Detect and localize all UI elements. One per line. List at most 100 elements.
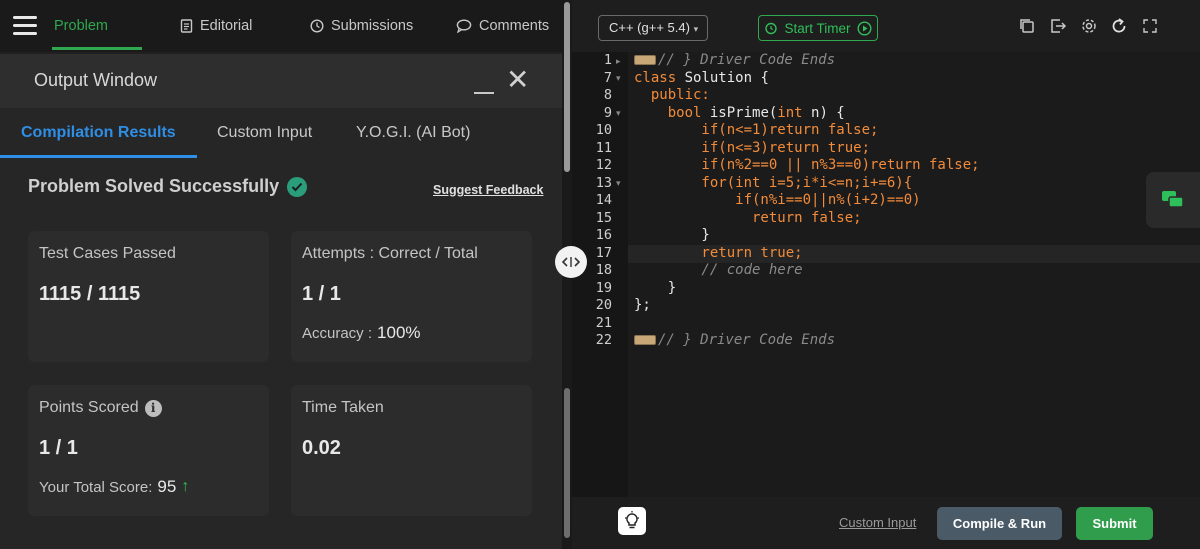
play-circle-icon bbox=[856, 20, 872, 36]
chevron-down-icon: ▾ bbox=[693, 24, 699, 34]
chat-bubbles-icon[interactable] bbox=[1146, 172, 1200, 228]
status-heading: Problem Solved Successfully bbox=[28, 176, 308, 197]
line-number: 15 bbox=[595, 209, 612, 226]
code-line: if(n<=1)return false; bbox=[634, 122, 879, 138]
card-time: Time Taken 0.02 bbox=[291, 385, 532, 516]
tab-submissions[interactable]: Submissions bbox=[310, 18, 413, 34]
line-number: 11 bbox=[595, 139, 612, 156]
result-tabs: Compilation Results Custom Input Y.O.G.I… bbox=[0, 110, 562, 158]
folded-code-icon[interactable] bbox=[634, 335, 656, 345]
fold-arrow-icon[interactable]: ▸ bbox=[616, 56, 621, 67]
line-number: 19 bbox=[595, 279, 612, 296]
close-icon[interactable]: ✕ bbox=[506, 66, 529, 94]
reset-icon[interactable] bbox=[1110, 17, 1128, 35]
comment-icon bbox=[456, 19, 472, 33]
tab-yogi-ai-bot[interactable]: Y.O.G.I. (AI Bot) bbox=[356, 124, 470, 142]
code-line: if(n%i==0||n%(i+2)==0) bbox=[634, 192, 921, 208]
lightbulb-icon[interactable] bbox=[618, 507, 646, 535]
code-editor[interactable]: 1 7 8 9 10 11 12 13 14 15 16 17 18 19 20… bbox=[572, 52, 1200, 497]
code-line: // } Driver Code Ends bbox=[634, 332, 835, 350]
tab-submissions-label: Submissions bbox=[331, 18, 414, 34]
card-attempts-value: 1 / 1 bbox=[302, 283, 341, 305]
card-points: Points Scored i 1 / 1 Your Total Score: … bbox=[28, 385, 269, 516]
tab-editorial-label: Editorial bbox=[200, 18, 253, 34]
info-icon[interactable]: i bbox=[144, 399, 162, 417]
code-line: public: bbox=[634, 87, 710, 103]
card-points-label: Points Scored bbox=[39, 399, 139, 416]
accuracy-value: 100% bbox=[377, 323, 421, 342]
line-number: 20 bbox=[595, 297, 612, 313]
card-test-cases-value: 1115 / 1115 bbox=[39, 283, 141, 305]
code-line: bool isPrime(int n) { bbox=[634, 104, 845, 121]
accuracy-row: Accuracy : 100% bbox=[302, 323, 421, 343]
language-value: C++ (g++ 5.4) bbox=[609, 20, 690, 35]
total-score-row: Your Total Score: 95 ↑ bbox=[39, 477, 189, 497]
card-test-cases-label: Test Cases Passed bbox=[39, 245, 176, 262]
total-score-label: Your Total Score: bbox=[39, 478, 153, 496]
start-timer-button[interactable]: Start Timer bbox=[758, 15, 878, 41]
tab-comments[interactable]: Comments bbox=[456, 18, 549, 34]
line-number: 10 bbox=[595, 122, 612, 138]
card-points-label-row: Points Scored i bbox=[39, 399, 162, 417]
card-attempts-label: Attempts : Correct / Total bbox=[302, 245, 478, 262]
line-number: 16 bbox=[595, 227, 612, 243]
line-number: 12 bbox=[595, 157, 612, 173]
hamburger-menu-icon[interactable] bbox=[13, 16, 37, 36]
expand-icon[interactable] bbox=[1141, 17, 1159, 35]
editor-toolbar: C++ (g++ 5.4) ▾ Start Timer bbox=[572, 0, 1200, 52]
tab-compilation-results[interactable]: Compilation Results bbox=[21, 124, 176, 142]
start-timer-label: Start Timer bbox=[784, 20, 851, 36]
result-tab-underline bbox=[0, 155, 197, 158]
output-header: Output Window ✕ bbox=[0, 54, 562, 108]
card-time-value: 0.02 bbox=[302, 437, 341, 459]
line-number: 7 bbox=[603, 69, 612, 86]
tab-problem[interactable]: Problem bbox=[54, 18, 108, 34]
code-line: if(n%2==0 || n%3==0)return false; bbox=[634, 157, 980, 173]
card-attempts: Attempts : Correct / Total 1 / 1 Accurac… bbox=[291, 231, 532, 362]
editor-footer: Custom Input Compile & Run Submit bbox=[572, 497, 1200, 549]
language-select[interactable]: C++ (g++ 5.4) ▾ bbox=[598, 15, 708, 41]
custom-input-link[interactable]: Custom Input bbox=[839, 515, 916, 530]
minimize-icon[interactable] bbox=[474, 92, 494, 94]
fold-arrow-icon[interactable]: ▾ bbox=[616, 178, 621, 189]
code-line: }; bbox=[634, 297, 651, 313]
line-number: 1 bbox=[603, 52, 612, 68]
suggest-feedback-link[interactable]: Suggest Feedback bbox=[433, 183, 543, 197]
clock-icon bbox=[310, 19, 324, 33]
arrow-up-icon: ↑ bbox=[181, 478, 190, 495]
code-line: } bbox=[634, 279, 677, 296]
editor-panel: C++ (g++ 5.4) ▾ Start Timer 1 7 8 9 10 1 bbox=[572, 0, 1200, 549]
copy-icon[interactable] bbox=[1018, 17, 1036, 35]
code-line: for(int i=5;i*i<=n;i+=6){ bbox=[634, 174, 913, 191]
tab-comments-label: Comments bbox=[479, 18, 550, 34]
tab-editorial[interactable]: Editorial bbox=[180, 18, 252, 34]
code-line: return false; bbox=[634, 209, 862, 226]
scroll-thumb-lower[interactable] bbox=[564, 388, 570, 538]
compile-run-button[interactable]: Compile & Run bbox=[937, 507, 1062, 540]
fold-arrow-icon[interactable]: ▾ bbox=[616, 73, 621, 84]
line-number: 14 bbox=[595, 192, 612, 208]
output-window: Output Window ✕ Compilation Results Cust… bbox=[0, 54, 562, 549]
line-number: 8 bbox=[603, 87, 612, 103]
fold-arrow-icon[interactable]: ▾ bbox=[616, 108, 621, 119]
fullscreen-exit-icon[interactable] bbox=[1049, 17, 1067, 35]
document-icon bbox=[180, 19, 193, 33]
gear-icon[interactable] bbox=[1080, 17, 1098, 35]
accuracy-label: Accuracy : bbox=[302, 324, 373, 342]
output-title: Output Window bbox=[34, 70, 158, 90]
code-line: class Solution { bbox=[634, 69, 769, 86]
card-test-cases: Test Cases Passed 1115 / 1115 bbox=[28, 231, 269, 362]
tab-problem-underline bbox=[52, 47, 142, 50]
resize-handle-icon[interactable] bbox=[555, 246, 587, 278]
tab-custom-input[interactable]: Custom Input bbox=[217, 124, 312, 142]
code-line: // } Driver Code Ends bbox=[634, 52, 835, 70]
status-text: Problem Solved Successfully bbox=[28, 176, 280, 196]
alarm-clock-icon bbox=[765, 22, 778, 35]
check-circle-icon bbox=[287, 176, 308, 197]
submit-button[interactable]: Submit bbox=[1076, 507, 1153, 540]
line-number: 21 bbox=[595, 314, 612, 331]
folded-code-icon[interactable] bbox=[634, 55, 656, 65]
scroll-thumb[interactable] bbox=[564, 2, 570, 172]
code-line: } bbox=[634, 227, 710, 243]
total-score-value: 95 bbox=[157, 477, 177, 496]
